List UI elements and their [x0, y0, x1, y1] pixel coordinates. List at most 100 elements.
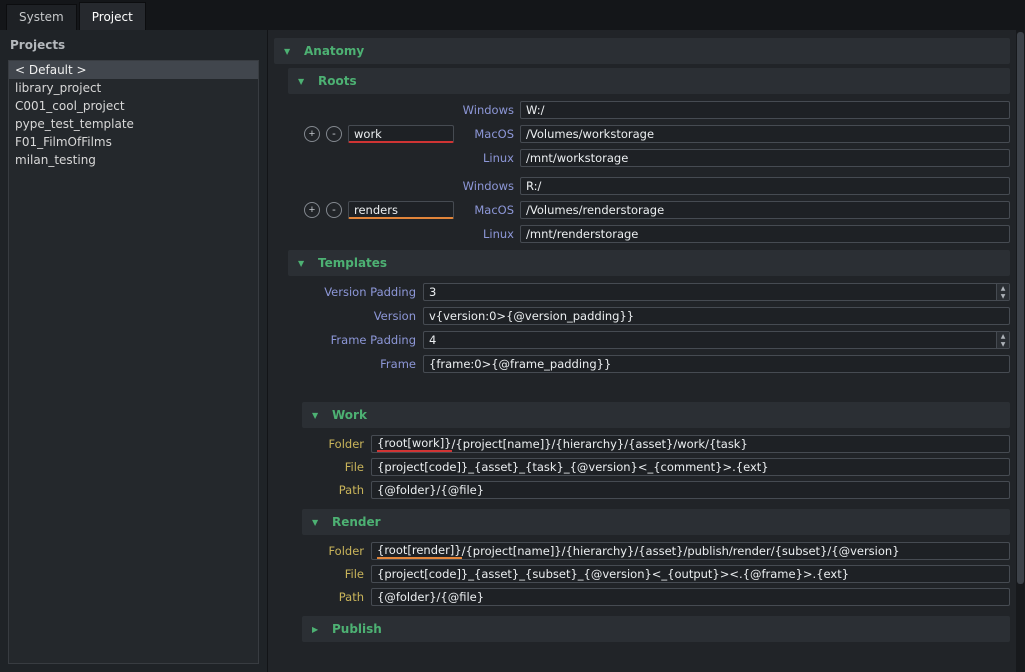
template-field-row: Version: [304, 304, 1010, 328]
macos-label: MacOS: [460, 203, 514, 217]
work-file-input[interactable]: [371, 458, 1010, 476]
chevron-down-icon: ▼: [284, 47, 294, 56]
field-label: Version: [304, 309, 416, 323]
version-template-input[interactable]: [423, 307, 1010, 325]
root-token: {root[work]}: [377, 436, 452, 452]
project-list: < Default > library_project C001_cool_pr…: [8, 60, 259, 664]
field-label: Frame: [304, 357, 416, 371]
template-field-row: Folder {root[work]}/{project[name]}/{hie…: [318, 432, 1010, 455]
project-list-item[interactable]: C001_cool_project: [9, 97, 258, 115]
template-field-row: Folder {root[render]}/{project[name]}/{h…: [318, 539, 1010, 562]
project-list-item[interactable]: < Default >: [9, 61, 258, 79]
number-spinner: ▲ ▼: [996, 284, 1009, 300]
section-title: Publish: [332, 622, 382, 636]
add-root-button[interactable]: +: [304, 202, 320, 218]
chevron-down-icon: ▼: [312, 411, 322, 420]
project-list-item[interactable]: library_project: [9, 79, 258, 97]
windows-root-input[interactable]: [520, 177, 1010, 195]
macos-root-input[interactable]: [520, 201, 1010, 219]
projects-sidebar: Projects < Default > library_project C00…: [0, 30, 268, 672]
version-padding-input[interactable]: [423, 283, 1010, 301]
render-path-input[interactable]: [371, 588, 1010, 606]
template-field-row: Path: [318, 585, 1010, 608]
remove-root-button[interactable]: -: [326, 202, 342, 218]
tab-project[interactable]: Project: [79, 2, 146, 30]
template-rest: /{project[name]}/{hierarchy}/{asset}/wor…: [452, 437, 748, 451]
template-field-row: Version Padding ▲ ▼: [304, 280, 1010, 304]
scrollbar-thumb[interactable]: [1017, 32, 1024, 584]
section-header-publish[interactable]: ▶ Publish: [302, 616, 1010, 642]
linux-label: Linux: [460, 227, 514, 241]
root-row: Windows: [304, 98, 1010, 122]
root-row: + - MacOS: [304, 198, 1010, 222]
section-header-render[interactable]: ▼ Render: [302, 509, 1010, 535]
windows-root-input[interactable]: [520, 101, 1010, 119]
root-token: {root[render]}: [377, 543, 462, 559]
frame-template-input[interactable]: [423, 355, 1010, 373]
field-label: File: [318, 567, 364, 581]
anatomy-body: ▼ Roots Windows + - MacOS Linux: [288, 68, 1010, 642]
templates-subsections: ▼ Work Folder {root[work]}/{project[name…: [302, 402, 1010, 642]
section-title: Roots: [318, 74, 357, 88]
section-title: Work: [332, 408, 367, 422]
settings-content: ▼ Anatomy ▼ Roots Windows + - Mac: [268, 30, 1016, 672]
spinner-up-icon[interactable]: ▲: [997, 284, 1009, 292]
template-field-row: Frame Padding ▲ ▼: [304, 328, 1010, 352]
number-spinner: ▲ ▼: [996, 332, 1009, 348]
spinner-up-icon[interactable]: ▲: [997, 332, 1009, 340]
template-field-row: File: [318, 562, 1010, 585]
field-label: Path: [318, 590, 364, 604]
spinner-down-icon[interactable]: ▼: [997, 292, 1009, 300]
chevron-down-icon: ▼: [298, 259, 308, 268]
top-tab-bar: System Project: [0, 0, 1025, 30]
linux-root-input[interactable]: [520, 149, 1010, 167]
work-folder-input[interactable]: {root[work]}/{project[name]}/{hierarchy}…: [371, 435, 1010, 453]
vertical-scrollbar[interactable]: [1016, 30, 1025, 672]
linux-label: Linux: [460, 151, 514, 165]
template-rest: /{project[name]}/{hierarchy}/{asset}/pub…: [462, 544, 900, 558]
project-list-item[interactable]: milan_testing: [9, 151, 258, 169]
section-header-templates[interactable]: ▼ Templates: [288, 250, 1010, 276]
field-label: Frame Padding: [304, 333, 416, 347]
render-folder-input[interactable]: {root[render]}/{project[name]}/{hierarch…: [371, 542, 1010, 560]
chevron-down-icon: ▼: [312, 518, 322, 527]
section-header-roots[interactable]: ▼ Roots: [288, 68, 1010, 94]
linux-root-input[interactable]: [520, 225, 1010, 243]
section-header-anatomy[interactable]: ▼ Anatomy: [274, 38, 1010, 64]
chevron-down-icon: ▼: [298, 77, 308, 86]
root-key-input[interactable]: [348, 125, 454, 143]
macos-label: MacOS: [460, 127, 514, 141]
field-label: Folder: [318, 437, 364, 451]
root-row: Linux: [304, 222, 1010, 246]
windows-label: Windows: [460, 103, 514, 117]
main-area: Projects < Default > library_project C00…: [0, 30, 1025, 672]
spinner-down-icon[interactable]: ▼: [997, 340, 1009, 348]
frame-padding-input[interactable]: [423, 331, 1010, 349]
field-label: Folder: [318, 544, 364, 558]
section-title: Templates: [318, 256, 387, 270]
macos-root-input[interactable]: [520, 125, 1010, 143]
project-list-item[interactable]: pype_test_template: [9, 115, 258, 133]
project-list-item[interactable]: F01_FilmOfFilms: [9, 133, 258, 151]
remove-root-button[interactable]: -: [326, 126, 342, 142]
tab-system[interactable]: System: [6, 4, 77, 30]
field-label: File: [318, 460, 364, 474]
projects-title: Projects: [10, 38, 257, 52]
root-row: Linux: [304, 146, 1010, 170]
field-label: Version Padding: [304, 285, 416, 299]
render-file-input[interactable]: [371, 565, 1010, 583]
windows-label: Windows: [460, 179, 514, 193]
root-key-input[interactable]: [348, 201, 454, 219]
section-header-work[interactable]: ▼ Work: [302, 402, 1010, 428]
root-row: + - MacOS: [304, 122, 1010, 146]
template-field-row: File: [318, 455, 1010, 478]
field-label: Path: [318, 483, 364, 497]
section-title: Anatomy: [304, 44, 364, 58]
template-field-row: Frame: [304, 352, 1010, 376]
template-field-row: Path: [318, 478, 1010, 501]
section-title: Render: [332, 515, 381, 529]
root-row: Windows: [304, 174, 1010, 198]
add-root-button[interactable]: +: [304, 126, 320, 142]
work-path-input[interactable]: [371, 481, 1010, 499]
chevron-right-icon: ▶: [312, 625, 322, 634]
